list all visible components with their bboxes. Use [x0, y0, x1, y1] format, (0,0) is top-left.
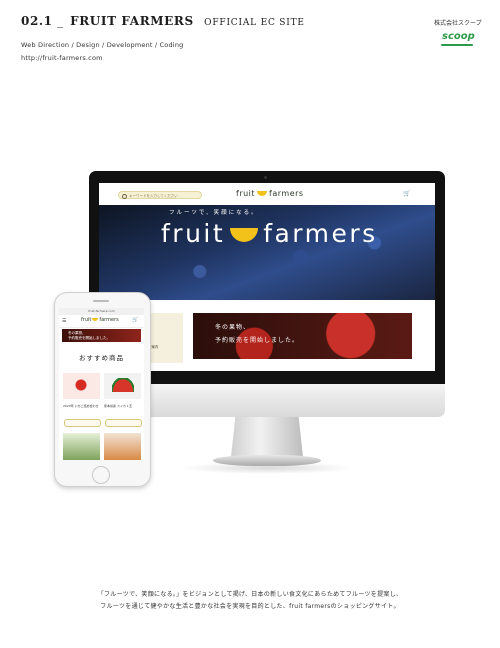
company-name: 株式会社スクープ: [434, 20, 482, 27]
hero-brand: fruit farmers: [161, 219, 378, 248]
strawberry-image: [69, 379, 93, 391]
project-title: 02.1 _ FRUIT FARMERS OFFICIAL EC SITE: [21, 14, 305, 28]
mobile-logo[interactable]: fruit farmers: [81, 317, 119, 323]
url-bar[interactable]: fruit-farmers.com: [59, 308, 144, 315]
home-button: [92, 466, 110, 484]
product-name-2: 熊本県産 スイカ 1玉: [104, 404, 132, 408]
description-line-2: フルーツを通じて健やかな生活と豊かな社会を実現を目的とした、fruit farm…: [100, 603, 400, 610]
hero-brand-fruit: fruit: [161, 219, 226, 248]
recommended-section-title: おすすめ商品: [79, 354, 124, 362]
search-input[interactable]: キーワードを入力してください: [118, 191, 202, 199]
hero-tagline: フルーツで、笑顔になる。: [169, 210, 259, 216]
project-name: FRUIT FARMERS: [70, 14, 194, 28]
product-name-1: 2020年 いちご詰め合わせ: [63, 404, 99, 408]
cart-icon[interactable]: 🛒: [132, 317, 138, 323]
product-card-4[interactable]: [104, 433, 141, 460]
banana-logo-icon: [92, 318, 99, 321]
mobile-hero-line-2: 予約販売を開始しました。: [68, 336, 110, 340]
imac-foot: [213, 455, 321, 466]
project-url: http://fruit-farmers.com: [21, 54, 103, 62]
banner-line-2: 予約販売を開始しました。: [215, 337, 300, 344]
product-button-1[interactable]: [64, 419, 101, 427]
watermelon-image: [112, 378, 134, 392]
banner-line-1: 冬の果物、: [215, 324, 251, 331]
site-logo[interactable]: fruit farmers: [236, 189, 304, 198]
mobile-logo-farmers: farmers: [99, 317, 119, 323]
camera-icon: [264, 176, 267, 179]
project-type: OFFICIAL EC SITE: [204, 18, 305, 28]
search-placeholder: キーワードを入力してください: [129, 194, 178, 198]
menu-icon[interactable]: ☰: [62, 318, 66, 324]
scoop-logo: scoop: [442, 31, 475, 42]
title-separator: _: [57, 14, 64, 28]
cart-icon[interactable]: 🛒: [403, 190, 410, 197]
product-card-3[interactable]: [63, 433, 100, 460]
phone-screen: fruit-farmers.com ☰ fruit farmers 🛒 冬の果物、…: [59, 308, 144, 460]
imac-stand: [231, 417, 303, 457]
project-number: 02.1: [21, 14, 53, 28]
search-icon: [122, 194, 127, 199]
product-button-2[interactable]: [105, 419, 142, 427]
scoop-logo-underline: [441, 44, 473, 46]
project-roles: Web Direction / Design / Development / C…: [21, 41, 184, 49]
logo-text-fruit: fruit: [236, 189, 256, 198]
description-line-1: 「フルーツで、笑顔になる。」をビジョンとして掲げ、日本の新しい食文化にあらためて…: [97, 591, 403, 598]
logo-text-farmers: farmers: [269, 189, 304, 198]
hero-brand-farmers: farmers: [263, 219, 378, 248]
phone-speaker: [93, 300, 109, 302]
mobile-logo-fruit: fruit: [81, 317, 92, 323]
banana-icon: [230, 228, 259, 242]
banana-logo-icon: [257, 191, 268, 196]
